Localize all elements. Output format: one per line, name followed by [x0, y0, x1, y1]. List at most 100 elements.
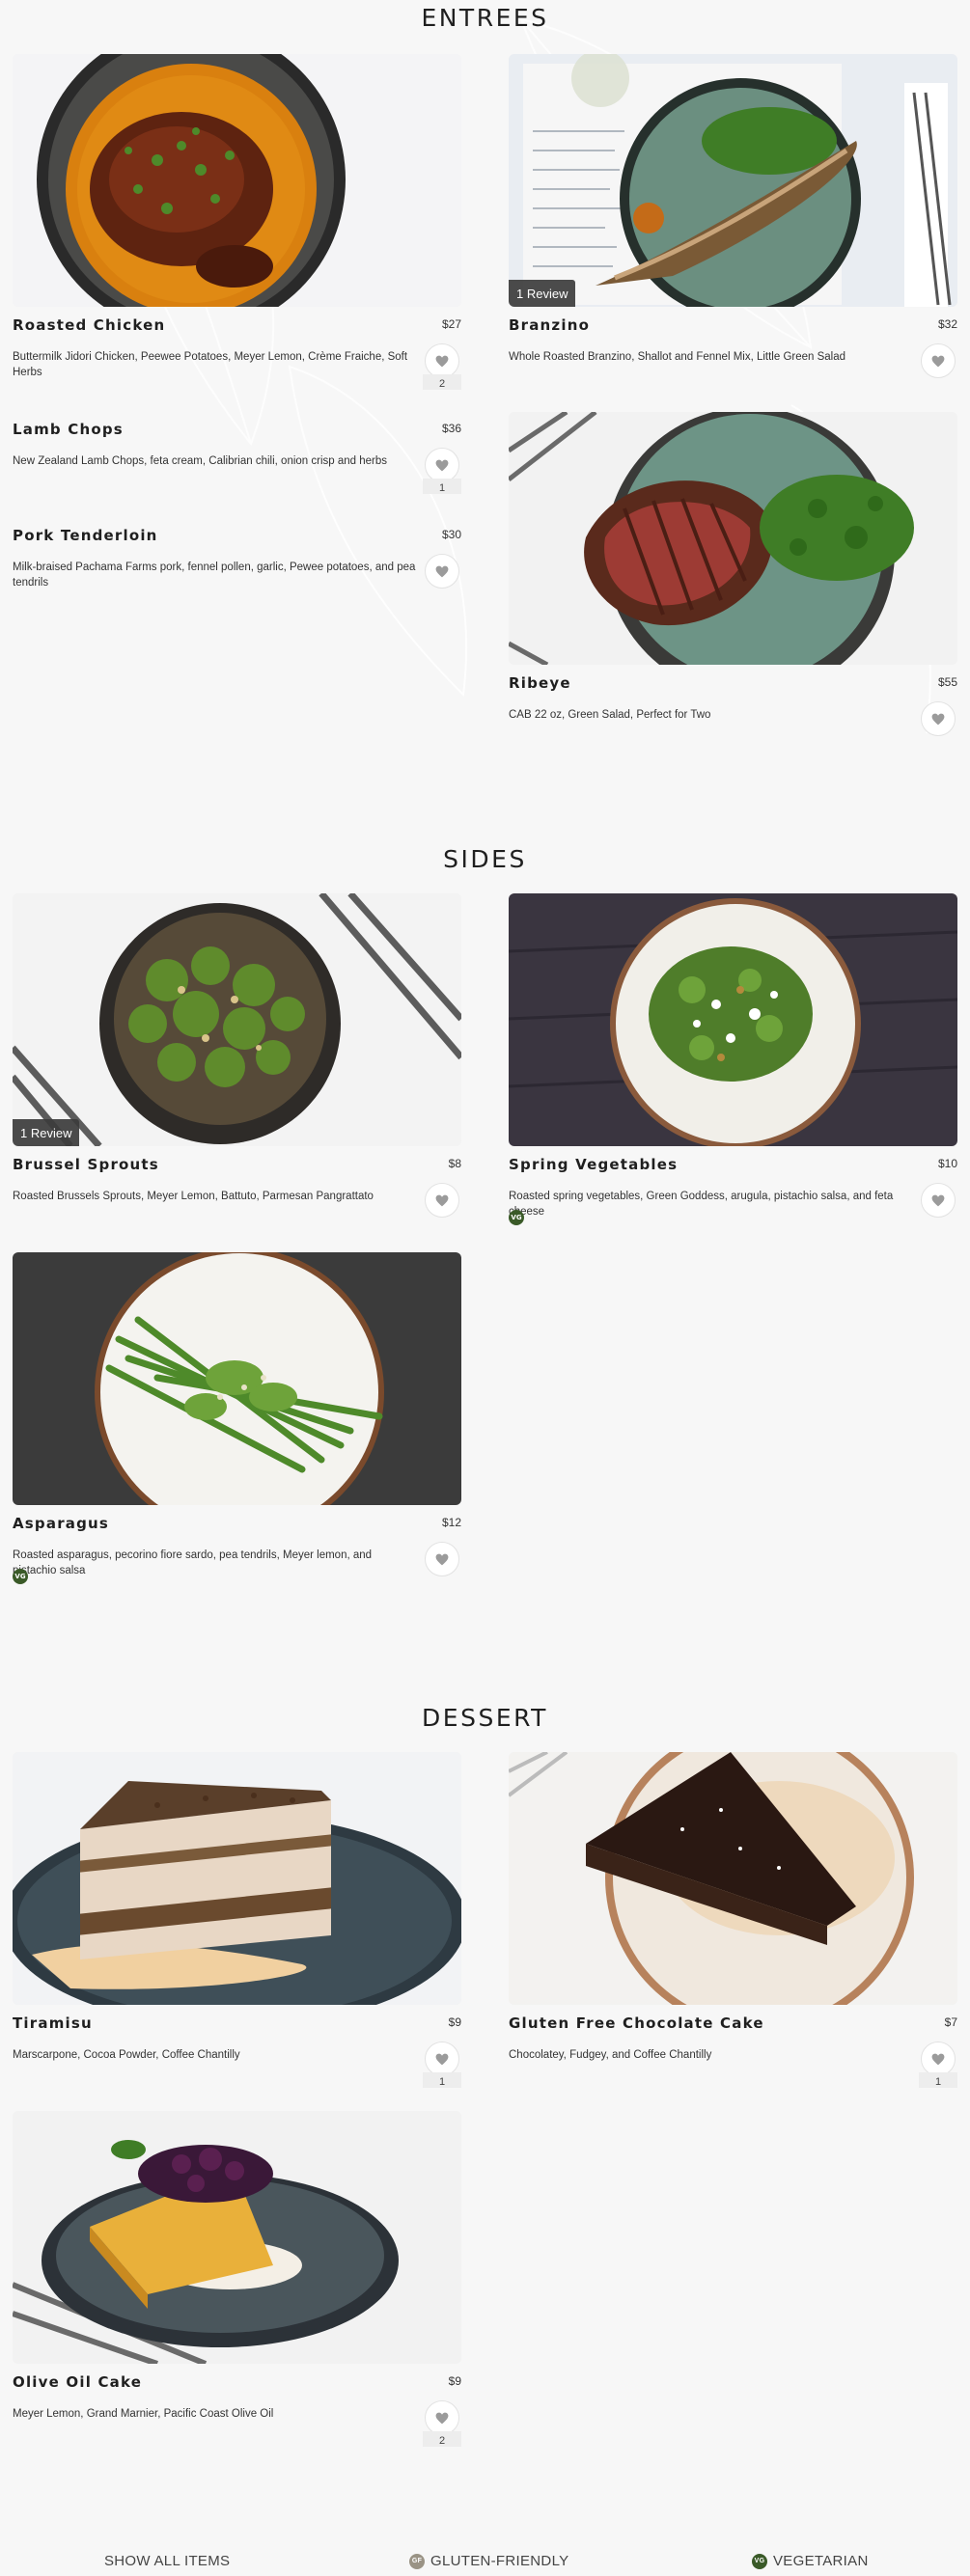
item-description: CAB 22 oz, Green Salad, Perfect for Two [509, 709, 711, 721]
item-description: New Zealand Lamb Chops, feta cream, Cali… [13, 455, 388, 467]
heart-icon [931, 355, 945, 367]
favorite-control: 2 [423, 343, 461, 390]
item-description: Roasted Brussels Sprouts, Meyer Lemon, B… [13, 1191, 374, 1202]
food-photo[interactable] [13, 1752, 461, 2005]
item-price: $36 [441, 422, 461, 435]
item-name: Roasted Chicken [13, 316, 166, 334]
favorite-control: 1 [423, 2042, 461, 2088]
menu-item-card[interactable]: Olive Oil Cake $9 Meyer Lemon, Grand Mar… [13, 2111, 461, 2447]
vegetarian-badge: VG [13, 1569, 28, 1584]
favorite-button[interactable] [425, 2042, 459, 2076]
favorite-control [423, 1542, 461, 1576]
heart-icon [435, 1194, 449, 1206]
item-name: Lamb Chops [13, 421, 124, 438]
item-description: Buttermilk Jidori Chicken, Peewee Potato… [13, 351, 408, 378]
item-price: $10 [937, 1157, 957, 1170]
favorite-control [919, 701, 957, 736]
item-name: Spring Vegetables [509, 1156, 679, 1173]
gluten-friendly-filter[interactable]: GF GLUTEN-FRIENDLY [409, 2553, 568, 2569]
show-all-items-filter[interactable]: SHOW ALL ITEMS [104, 2553, 230, 2569]
food-photo[interactable] [509, 412, 957, 665]
favorite-button[interactable] [425, 554, 459, 589]
item-name: Branzino [509, 316, 591, 334]
menu-item-card[interactable]: Tiramisu $9 Marscarpone, Cocoa Powder, C… [13, 1752, 461, 2088]
show-all-label: SHOW ALL ITEMS [104, 2553, 231, 2569]
menu-item-card[interactable]: Gluten Free Chocolate Cake $7 Chocolatey… [509, 1752, 957, 2088]
item-description: Milk-braised Pachama Farms pork, fennel … [13, 562, 416, 589]
heart-icon [931, 713, 945, 725]
item-name: Pork Tenderloin [13, 527, 158, 544]
gluten-friendly-label: GLUTEN-FRIENDLY [430, 2553, 569, 2569]
favorite-control [423, 1183, 461, 1218]
favorite-count: 2 [423, 374, 461, 390]
favorite-button[interactable] [921, 2042, 956, 2076]
review-badge[interactable]: 1 Review [509, 280, 576, 307]
menu-item-card[interactable]: Asparagus $12 Roasted asparagus, pecorin… [13, 1252, 461, 1584]
item-price: $9 [448, 2015, 461, 2029]
menu-item-card[interactable]: Spring Vegetables $10 Roasted spring veg… [509, 893, 957, 1225]
item-price: $27 [441, 317, 461, 331]
item-name: Brussel Sprouts [13, 1156, 159, 1173]
item-description: Roasted spring vegetables, Green Goddess… [509, 1191, 894, 1218]
item-name: Gluten Free Chocolate Cake [509, 2014, 764, 2032]
menu-item-card[interactable]: 1 Review Branzino $32 Whole Roasted Bran… [509, 54, 957, 378]
item-price: $55 [937, 675, 957, 689]
favorite-control [919, 1183, 957, 1218]
item-price: $9 [448, 2374, 461, 2388]
menu-item-card[interactable]: Ribeye $55 CAB 22 oz, Green Salad, Perfe… [509, 412, 957, 736]
vegetarian-label: VEGETARIAN [773, 2553, 869, 2569]
item-name: Tiramisu [13, 2014, 93, 2032]
food-photo[interactable]: 1 Review [13, 893, 461, 1146]
heart-icon [435, 2412, 449, 2424]
favorite-button[interactable] [921, 343, 956, 378]
review-badge[interactable]: 1 Review [13, 1119, 80, 1146]
item-name: Asparagus [13, 1515, 110, 1532]
favorite-button[interactable] [425, 448, 459, 482]
item-price: $30 [441, 528, 461, 541]
menu-item-card[interactable]: Roasted Chicken $27 Buttermilk Jidori Ch… [13, 54, 461, 390]
item-price: $12 [441, 1516, 461, 1529]
favorite-count: 1 [423, 2072, 461, 2088]
item-description: Chocolatey, Fudgey, and Coffee Chantilly [509, 2049, 712, 2061]
favorite-control: 1 [919, 2042, 957, 2088]
menu-item-card[interactable]: Pork Tenderloin $30 Milk-braised Pachama… [13, 517, 461, 604]
food-photo[interactable]: 1 Review [509, 54, 957, 307]
favorite-control [919, 343, 957, 378]
food-photo[interactable] [509, 1752, 957, 2005]
item-description: Whole Roasted Branzino, Shallot and Fenn… [509, 351, 846, 363]
heart-icon [435, 459, 449, 471]
item-price: $32 [937, 317, 957, 331]
food-photo[interactable] [13, 54, 461, 307]
section-title: DESSERT [422, 1704, 548, 1732]
favorite-count: 2 [423, 2431, 461, 2447]
favorite-button[interactable] [921, 1183, 956, 1218]
favorite-button[interactable] [921, 701, 956, 736]
item-description: Marscarpone, Cocoa Powder, Coffee Chanti… [13, 2049, 240, 2061]
item-price: $8 [448, 1157, 461, 1170]
favorite-control [423, 554, 461, 589]
favorite-button[interactable] [425, 2400, 459, 2435]
heart-icon [931, 2053, 945, 2065]
heart-icon [435, 355, 449, 367]
vegetarian-badge: VG [509, 1210, 524, 1225]
gluten-free-badge: GF [409, 2553, 425, 2569]
favorite-button[interactable] [425, 1542, 459, 1576]
heart-icon [435, 565, 449, 577]
menu-item-card[interactable]: Lamb Chops $36 New Zealand Lamb Chops, f… [13, 411, 461, 498]
section-title: SIDES [443, 845, 527, 873]
item-price: $7 [944, 2015, 957, 2029]
favorite-button[interactable] [425, 1183, 459, 1218]
favorite-control: 2 [423, 2400, 461, 2447]
menu-item-card[interactable]: 1 Review Brussel Sprouts $8 Roasted Brus… [13, 893, 461, 1218]
favorite-count: 1 [919, 2072, 957, 2088]
vegetarian-filter[interactable]: VG VEGETARIAN [752, 2553, 869, 2569]
section-title: ENTREES [421, 4, 549, 32]
item-description: Roasted asparagus, pecorino fiore sardo,… [13, 1549, 373, 1576]
favorite-button[interactable] [425, 343, 459, 378]
food-photo[interactable] [509, 893, 957, 1146]
food-photo[interactable] [13, 2111, 461, 2364]
item-name: Ribeye [509, 674, 571, 692]
item-name: Olive Oil Cake [13, 2373, 143, 2391]
food-photo[interactable] [13, 1252, 461, 1505]
vegetarian-badge: VG [752, 2553, 767, 2569]
